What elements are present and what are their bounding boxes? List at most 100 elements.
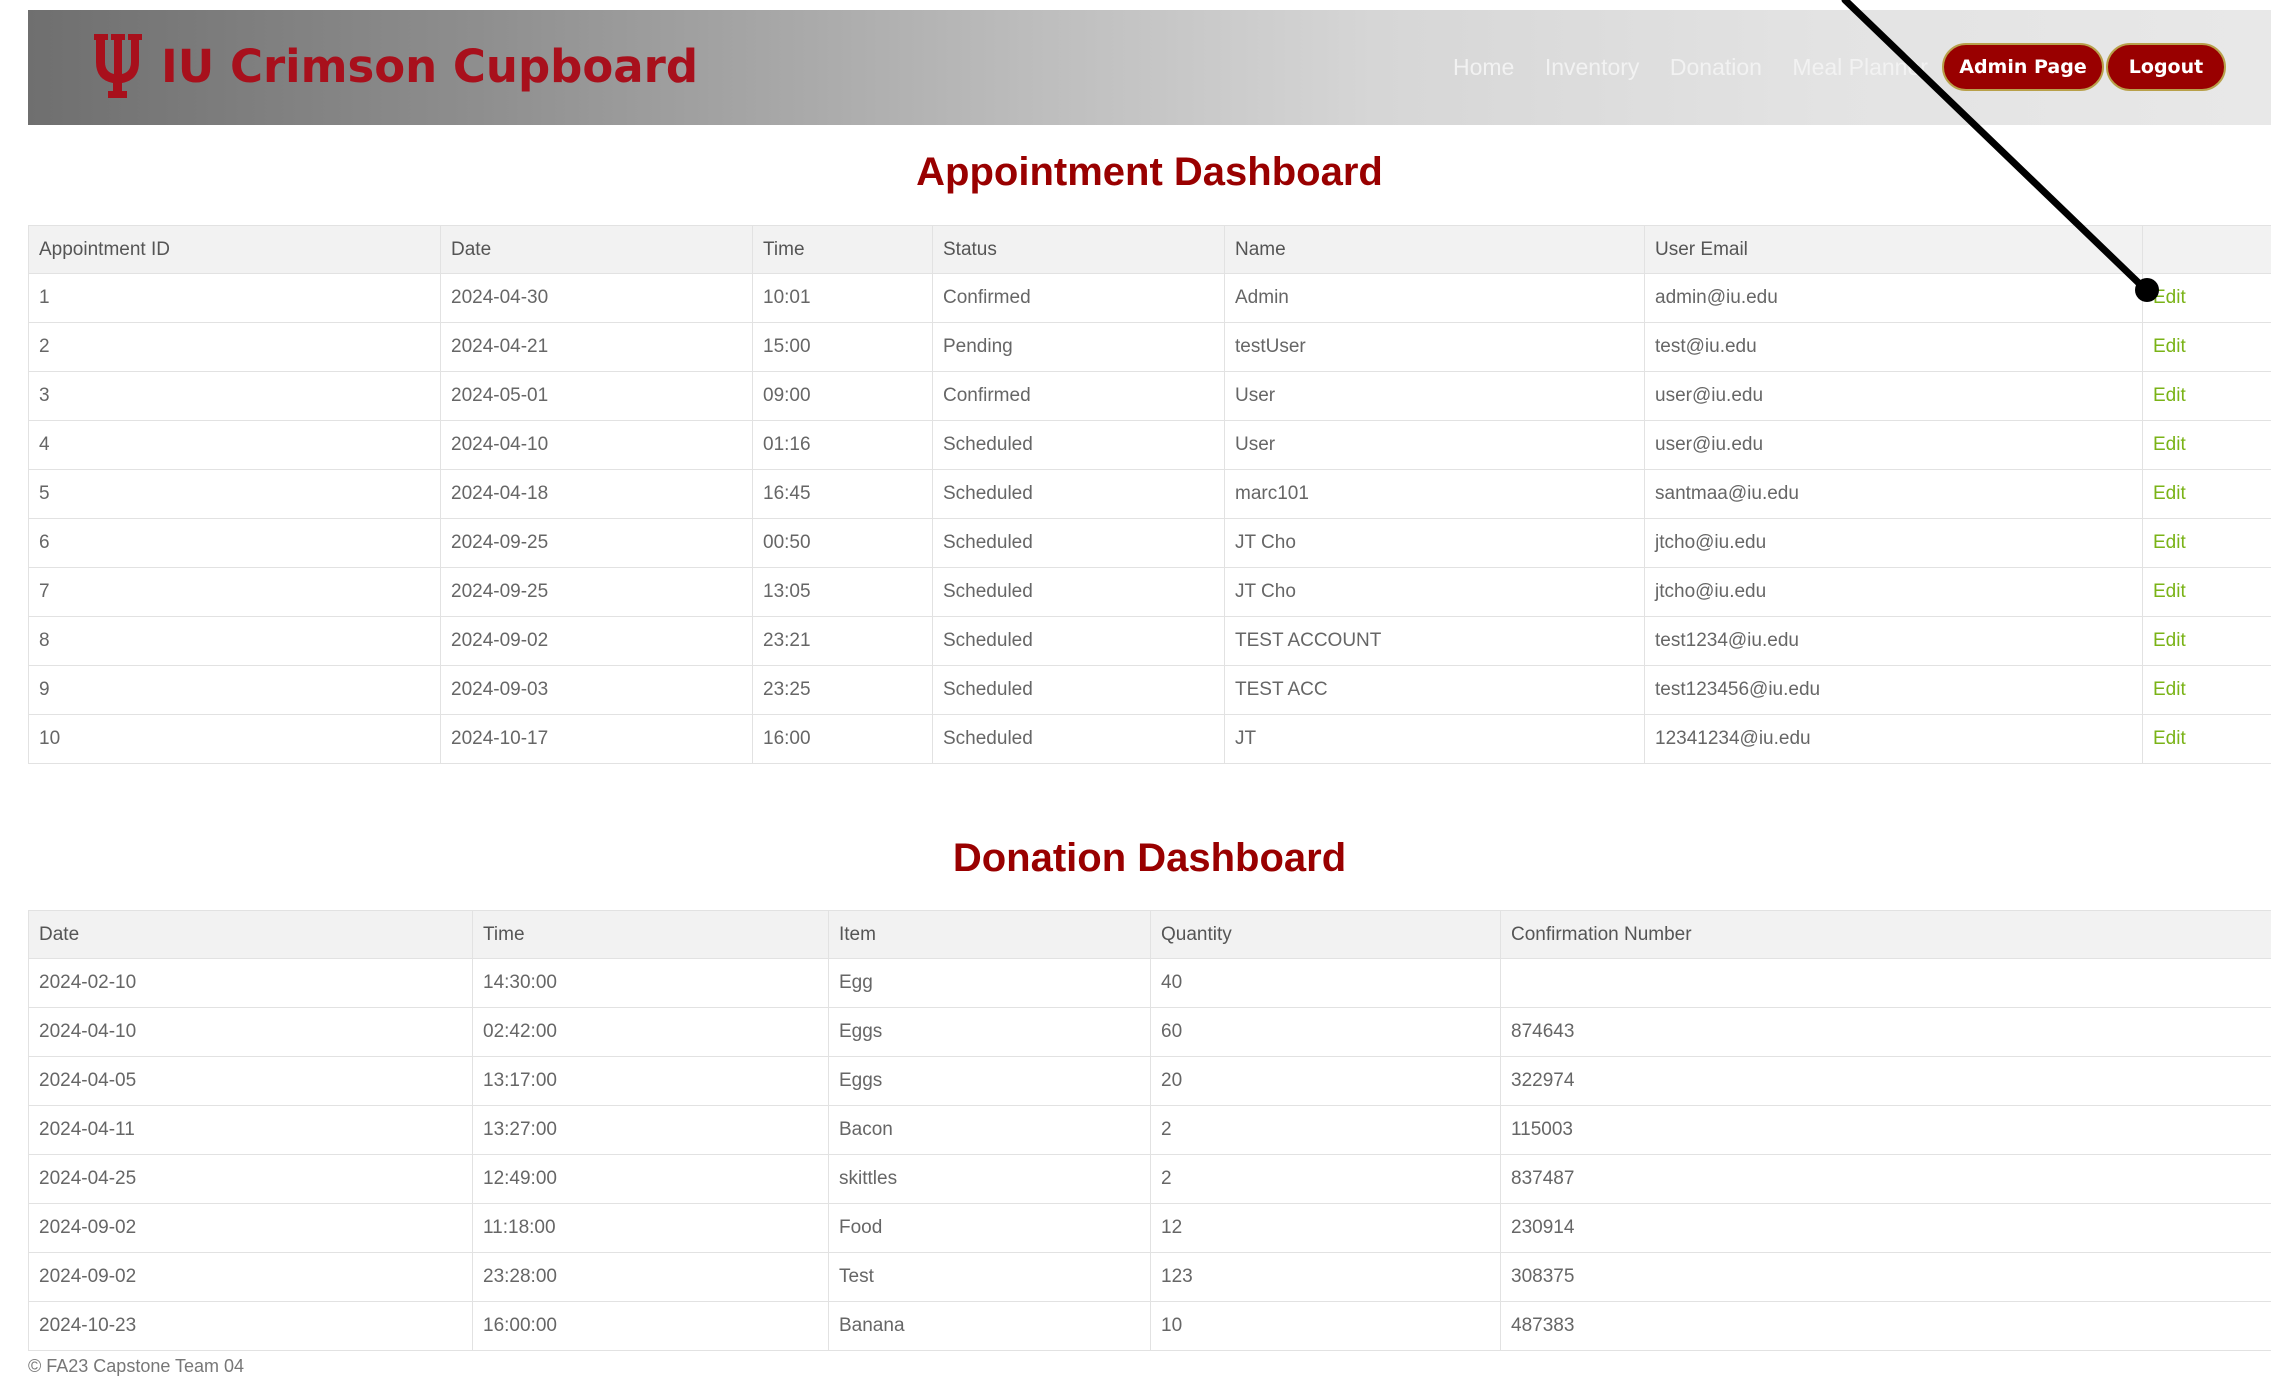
table-row: 1 2024-04-30 10:01 Confirmed Admin admin@iu.e…: [28, 273, 2271, 323]
table-row: 5 2024-04-18 16:45 Scheduled marc101 santmaa@…: [28, 469, 2271, 519]
column-header[interactable]: Quantity: [1150, 910, 1501, 959]
table-cell: 12: [1150, 1203, 1501, 1253]
table-cell: user@iu.edu: [1644, 420, 2143, 470]
column-header[interactable]: Time: [752, 225, 933, 274]
table-cell: 2024-04-25: [28, 1154, 473, 1204]
column-header[interactable]: User Email: [1644, 225, 2143, 274]
table-cell: admin@iu.edu: [1644, 273, 2143, 323]
table-cell: 837487: [1500, 1154, 2271, 1204]
nav-inventory-link[interactable]: Inventory: [1545, 54, 1640, 80]
table-cell: 9: [28, 665, 441, 715]
table-cell: Scheduled: [932, 420, 1225, 470]
edit-link[interactable]: Edit: [2142, 420, 2271, 470]
table-cell: 308375: [1500, 1252, 2271, 1302]
table-cell: JT Cho: [1224, 518, 1645, 568]
column-header[interactable]: Date: [440, 225, 753, 274]
logout-button[interactable]: Logout: [2106, 43, 2226, 91]
table-cell: 60: [1150, 1007, 1501, 1057]
column-header[interactable]: Confirmation Number: [1500, 910, 2271, 959]
table-cell: 2024-04-11: [28, 1105, 473, 1155]
table-cell: jtcho@iu.edu: [1644, 518, 2143, 568]
table-cell: [1500, 958, 2271, 1008]
edit-link[interactable]: Edit: [2142, 273, 2271, 323]
table-cell: Admin: [1224, 273, 1645, 323]
table-cell: 00:50: [752, 518, 933, 568]
edit-link[interactable]: Edit: [2142, 616, 2271, 666]
table-cell: 2024-10-17: [440, 714, 753, 764]
table-cell: JT Cho: [1224, 567, 1645, 617]
page: IU Crimson Cupboard Home Inventory Donat…: [28, 10, 2271, 1377]
table-row: 2024-09-02 23:28:00 Test 123 308375: [28, 1252, 2271, 1302]
table-cell: user@iu.edu: [1644, 371, 2143, 421]
table-cell: 10: [28, 714, 441, 764]
table-cell: 13:17:00: [472, 1056, 829, 1106]
table-cell: Food: [828, 1203, 1151, 1253]
table-cell: 2024-09-02: [28, 1252, 473, 1302]
edit-link[interactable]: Edit: [2142, 567, 2271, 617]
edit-link[interactable]: Edit: [2142, 322, 2271, 372]
table-cell: 2024-04-18: [440, 469, 753, 519]
donation-dashboard-title: Donation Dashboard: [952, 836, 1347, 880]
table-row: 4 2024-04-10 01:16 Scheduled User user@iu.edu…: [28, 420, 2271, 470]
table-cell: test123456@iu.edu: [1644, 665, 2143, 715]
table-cell: Scheduled: [932, 665, 1225, 715]
table-cell: Scheduled: [932, 567, 1225, 617]
table-cell: Confirmed: [932, 273, 1225, 323]
column-header[interactable]: Time: [472, 910, 829, 959]
table-cell: Scheduled: [932, 469, 1225, 519]
column-header[interactable]: Name: [1224, 225, 1645, 274]
table-cell: 23:21: [752, 616, 933, 666]
table-cell: jtcho@iu.edu: [1644, 567, 2143, 617]
table-cell: Pending: [932, 322, 1225, 372]
table-row: 6 2024-09-25 00:50 Scheduled JT Cho jtcho@iu.…: [28, 518, 2271, 568]
table-cell: 10: [1150, 1301, 1501, 1351]
table-cell: JT: [1224, 714, 1645, 764]
column-header[interactable]: Item: [828, 910, 1151, 959]
table-cell: 40: [1150, 958, 1501, 1008]
table-row: 2 2024-04-21 15:00 Pending testUser test@iu.e…: [28, 322, 2271, 372]
table-cell: 2024-09-02: [28, 1203, 473, 1253]
column-header[interactable]: Appointment ID: [28, 225, 441, 274]
table-cell: 09:00: [752, 371, 933, 421]
table-cell: User: [1224, 420, 1645, 470]
table-cell: 2024-09-25: [440, 518, 753, 568]
column-header[interactable]: Status: [932, 225, 1225, 274]
donation-table: Date Time Item Quantity Confirmation Num…: [28, 910, 2271, 1351]
nav-meal-planner-link[interactable]: Meal Planner: [1792, 54, 1928, 80]
table-cell: TEST ACC: [1224, 665, 1645, 715]
table-cell: 2024-04-10: [28, 1007, 473, 1057]
table-cell: test1234@iu.edu: [1644, 616, 2143, 666]
appointment-header-row: Appointment ID Date Time Status Name Use…: [28, 225, 2271, 274]
table-cell: 2024-05-01: [440, 371, 753, 421]
edit-link[interactable]: Edit: [2142, 518, 2271, 568]
edit-link[interactable]: Edit: [2142, 469, 2271, 519]
table-cell: marc101: [1224, 469, 1645, 519]
table-cell: Scheduled: [932, 518, 1225, 568]
table-cell: 2024-04-10: [440, 420, 753, 470]
table-cell: Eggs: [828, 1007, 1151, 1057]
edit-link[interactable]: Edit: [2142, 665, 2271, 715]
admin-page-button[interactable]: Admin Page: [1942, 43, 2104, 91]
donation-header-row: Date Time Item Quantity Confirmation Num…: [28, 910, 2271, 959]
edit-link[interactable]: Edit: [2142, 371, 2271, 421]
table-cell: 11:18:00: [472, 1203, 829, 1253]
table-cell: 3: [28, 371, 441, 421]
table-cell: User: [1224, 371, 1645, 421]
table-cell: 8: [28, 616, 441, 666]
table-cell: 2024-04-30: [440, 273, 753, 323]
main-nav: Home Inventory Donation Meal Planner: [1453, 54, 1954, 81]
column-header[interactable]: Date: [28, 910, 473, 959]
table-cell: 2024-09-02: [440, 616, 753, 666]
nav-home-link[interactable]: Home: [1453, 54, 1514, 80]
table-cell: testUser: [1224, 322, 1645, 372]
nav-donation-link[interactable]: Donation: [1670, 54, 1762, 80]
table-row: 2024-04-10 02:42:00 Eggs 60 874643: [28, 1007, 2271, 1057]
edit-link[interactable]: Edit: [2142, 714, 2271, 764]
table-cell: 20: [1150, 1056, 1501, 1106]
table-cell: 2024-09-03: [440, 665, 753, 715]
appointment-table: Appointment ID Date Time Status Name Use…: [28, 225, 2271, 764]
table-cell: 16:00: [752, 714, 933, 764]
brand-name[interactable]: IU Crimson Cupboard: [161, 40, 698, 93]
table-cell: 15:00: [752, 322, 933, 372]
table-row: 9 2024-09-03 23:25 Scheduled TEST ACC test123…: [28, 665, 2271, 715]
